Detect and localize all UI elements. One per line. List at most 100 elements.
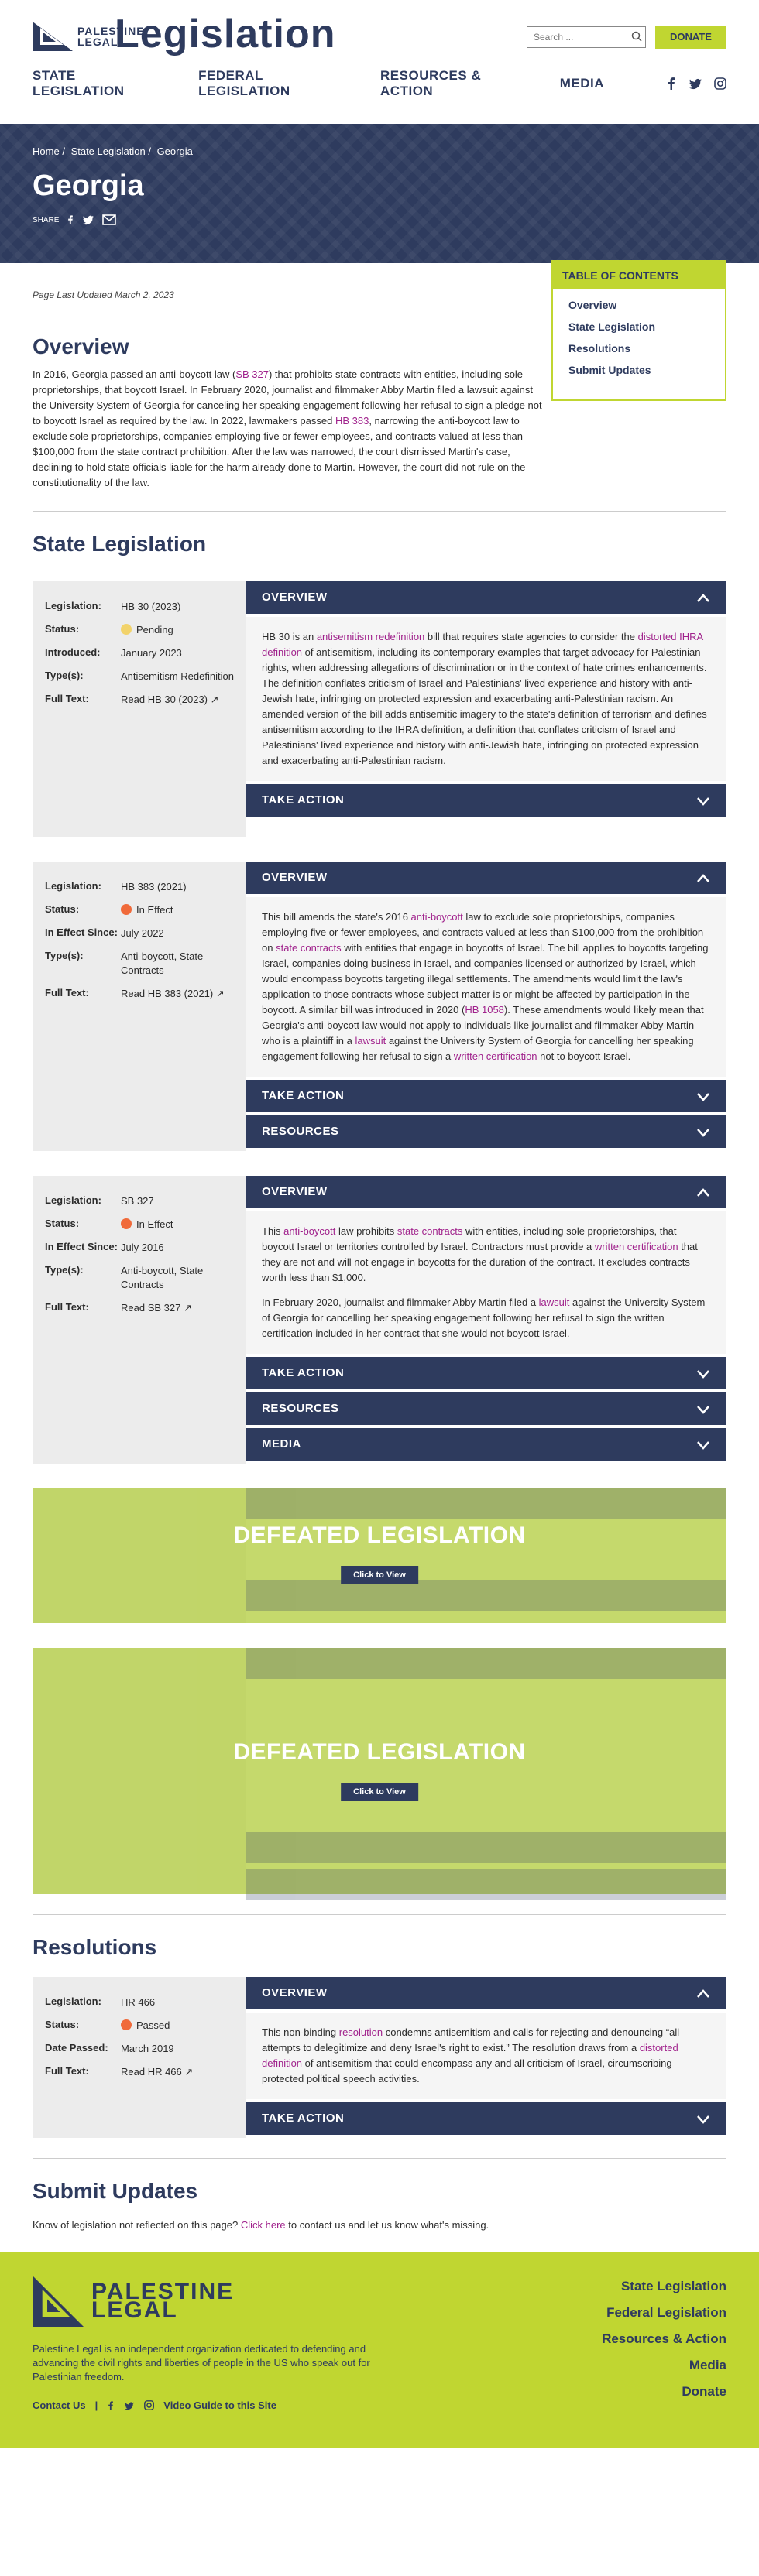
link-hb-383[interactable]: HB 383: [335, 415, 369, 426]
link-written-certification[interactable]: written certification: [454, 1050, 537, 1062]
overview-text: In 2016, Georgia passed an anti-boycott …: [33, 367, 544, 491]
contact-us-link[interactable]: Contact Us: [33, 2400, 86, 2411]
link-resolution[interactable]: resolution: [339, 2026, 383, 2038]
site-footer: PALESTINE LEGAL Palestine Legal is an ind…: [0, 2252, 759, 2448]
link-sb-327[interactable]: SB 327: [235, 368, 269, 380]
search-icon[interactable]: [631, 31, 642, 42]
bill-card-sb327: Legislation: SB 327 Status: In Effect In E…: [33, 1176, 726, 1464]
footer-nav-state-legislation[interactable]: State Legislation: [602, 2279, 726, 2294]
toc-link-submit-updates[interactable]: Submit Updates: [568, 364, 709, 376]
status-badge: Passed: [136, 2019, 170, 2031]
footer-nav-donate[interactable]: Donate: [602, 2384, 726, 2400]
overview-accordion-header[interactable]: OVERVIEW: [246, 862, 726, 894]
defeated-legislation-block: DEFEATED LEGISLATION Click to View: [33, 1648, 726, 1900]
overview-panel: This bill amends the state's 2016 anti-b…: [246, 897, 726, 1077]
link-hb-1058[interactable]: HB 1058: [465, 1004, 504, 1016]
bill-date: July 2022: [121, 927, 164, 939]
text: This: [262, 1225, 284, 1237]
accordion-label: OVERVIEW: [262, 1185, 328, 1198]
page-header-title: Legislation: [115, 12, 336, 57]
footer-nav-media[interactable]: Media: [602, 2358, 726, 2373]
overview-accordion-header[interactable]: OVERVIEW: [246, 1176, 726, 1208]
bill-number: HB 30 (2023): [121, 601, 181, 612]
status-badge: In Effect: [136, 1218, 173, 1230]
media-accordion-header[interactable]: MEDIA: [246, 1428, 726, 1461]
external-link-icon: ↗: [215, 988, 225, 999]
chevron-up-icon: [697, 874, 709, 882]
toc-link-overview[interactable]: Overview: [568, 299, 709, 311]
link-state-contracts[interactable]: state contracts: [397, 1225, 463, 1237]
link-written-certification[interactable]: written certification: [595, 1241, 678, 1252]
divider: [33, 1914, 726, 1915]
search-input[interactable]: [527, 26, 646, 48]
footer-nav-federal-legislation[interactable]: Federal Legislation: [602, 2305, 726, 2321]
overview-accordion-header[interactable]: OVERVIEW: [246, 581, 726, 614]
nav-resources-action[interactable]: RESOURCES & ACTION: [380, 68, 498, 99]
nav-federal-legislation[interactable]: FEDERAL LEGISLATION: [198, 68, 318, 99]
footer-description: Palestine Legal is an independent organi…: [33, 2343, 370, 2382]
instagram-icon[interactable]: [144, 2400, 155, 2410]
click-here-link[interactable]: Click here: [241, 2219, 286, 2231]
facebook-icon[interactable]: [666, 77, 677, 90]
facebook-share-icon[interactable]: [67, 214, 74, 226]
take-action-accordion-header[interactable]: TAKE ACTION: [246, 1080, 726, 1112]
resources-accordion-header[interactable]: RESOURCES: [246, 1115, 726, 1148]
breadcrumb-current: Georgia: [156, 146, 193, 157]
text: In February 2020, journalist and filmmak…: [262, 1297, 539, 1308]
main-nav: STATE LEGISLATION FEDERAL LEGISLATION RE…: [33, 68, 726, 99]
accordion-label: RESOURCES: [262, 1125, 339, 1138]
link-lawsuit[interactable]: lawsuit: [355, 1035, 386, 1046]
twitter-icon[interactable]: [689, 77, 702, 90]
chevron-down-icon: [697, 1370, 709, 1379]
link-antisemitism-redefinition[interactable]: antisemitism redefinition: [317, 631, 424, 642]
breadcrumb-home[interactable]: Home: [33, 146, 60, 157]
label: Full Text:: [45, 987, 89, 999]
toc-link-state-legislation[interactable]: State Legislation: [568, 320, 709, 333]
twitter-share-icon[interactable]: [82, 214, 94, 225]
donate-button[interactable]: DONATE: [655, 26, 726, 49]
submit-updates-heading: Submit Updates: [33, 2179, 198, 2203]
link-anti-boycott[interactable]: anti-boycott: [411, 911, 463, 923]
external-link-icon: ↗: [210, 694, 219, 705]
resolution-card-hr466: Legislation: HR 466 Status: Passed Date Pa…: [33, 1977, 726, 2138]
bill-meta: Legislation: HB 30 (2023) Status: Pending …: [33, 581, 246, 837]
nav-media[interactable]: MEDIA: [560, 76, 604, 91]
external-link-icon: ↗: [184, 2066, 194, 2078]
share-label: SHARE: [33, 215, 60, 224]
text: In 2016, Georgia passed an anti-boycott …: [33, 368, 236, 380]
take-action-accordion-header[interactable]: TAKE ACTION: [246, 1357, 726, 1389]
overview-accordion-header[interactable]: OVERVIEW: [246, 1977, 726, 2009]
footer-nav-resources-action[interactable]: Resources & Action: [602, 2331, 726, 2347]
label: Introduced:: [45, 646, 101, 658]
link-lawsuit[interactable]: lawsuit: [539, 1297, 570, 1308]
take-action-accordion-header[interactable]: TAKE ACTION: [246, 2102, 726, 2135]
label: Legislation:: [45, 880, 101, 892]
bill-meta: Legislation: SB 327 Status: In Effect In E…: [33, 1176, 246, 1464]
instagram-icon[interactable]: [714, 77, 726, 90]
click-to-view-button[interactable]: Click to View: [341, 1566, 418, 1584]
table-of-contents: TABLE OF CONTENTS Overview State Legisla…: [551, 260, 726, 401]
click-to-view-button[interactable]: Click to View: [341, 1783, 418, 1801]
link-anti-boycott[interactable]: anti-boycott: [283, 1225, 335, 1237]
email-share-icon[interactable]: [102, 214, 117, 225]
accordion-label: TAKE ACTION: [262, 1089, 345, 1102]
full-text-link[interactable]: Read HR 466: [121, 2066, 182, 2078]
full-text-link[interactable]: Read SB 327: [121, 1302, 180, 1314]
label: Status:: [45, 2019, 80, 2030]
take-action-accordion-header[interactable]: TAKE ACTION: [246, 784, 726, 817]
nav-state-legislation[interactable]: STATE LEGISLATION: [33, 68, 136, 99]
video-guide-link[interactable]: Video Guide to this Site: [163, 2400, 276, 2411]
external-link-icon: ↗: [183, 1302, 192, 1314]
facebook-icon[interactable]: [107, 2400, 115, 2411]
logo-mark-icon: [33, 22, 73, 51]
full-text-link[interactable]: Read HB 383 (2021): [121, 988, 213, 999]
toc-link-resolutions[interactable]: Resolutions: [568, 342, 709, 355]
full-text-link[interactable]: Read HB 30 (2023): [121, 694, 208, 705]
label: Type(s):: [45, 670, 84, 681]
label: Legislation:: [45, 1995, 101, 2007]
twitter-icon[interactable]: [124, 2401, 135, 2410]
link-state-contracts[interactable]: state contracts: [276, 942, 342, 954]
breadcrumb-state-legislation[interactable]: State Legislation: [71, 146, 146, 157]
resources-accordion-header[interactable]: RESOURCES: [246, 1392, 726, 1425]
text: not to boycott Israel.: [537, 1050, 631, 1062]
